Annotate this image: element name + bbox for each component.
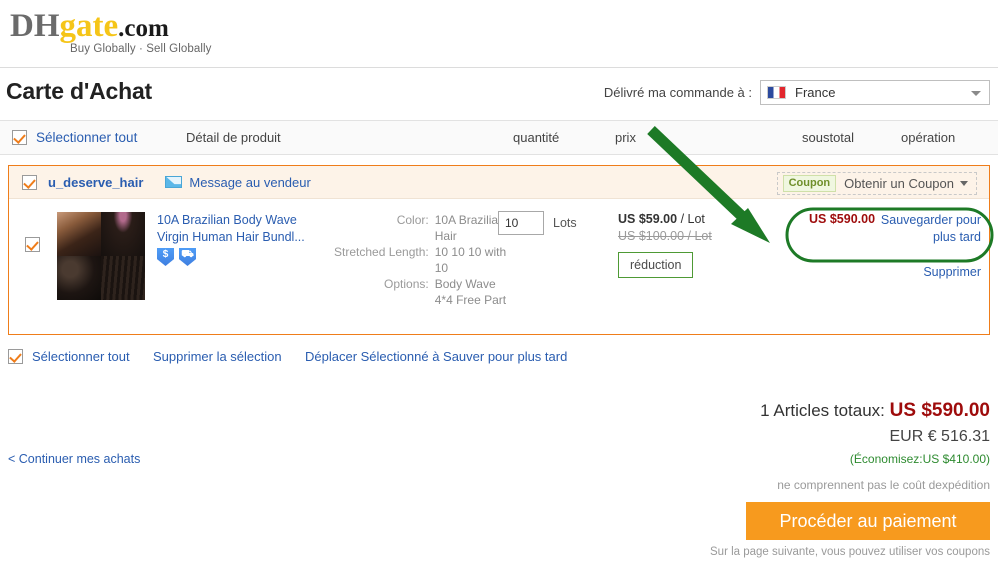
page-title: Carte d'Achat — [6, 78, 153, 104]
chevron-down-icon — [960, 181, 968, 186]
product-attributes: Color: 10A Brazilian Hair Stretched Leng… — [334, 212, 513, 308]
seller-select-checkbox[interactable] — [22, 174, 37, 190]
item-operations: Sauvegarder pour plus tard Supprimer — [869, 212, 981, 281]
discount-button[interactable]: réduction — [618, 252, 694, 278]
total-eur: EUR € 516.31 — [889, 428, 990, 445]
delete-selection-link[interactable]: Supprimer la sélection — [153, 349, 282, 364]
flag-france-icon — [767, 86, 786, 99]
delete-item-link[interactable]: Supprimer — [869, 264, 981, 281]
save-for-later-link[interactable]: Sauvegarder pour plus tard — [869, 212, 981, 246]
shipping-shield-icon[interactable]: ⛟ — [179, 248, 196, 266]
current-price-unit: / Lot — [680, 212, 705, 226]
cart-column-header: Sélectionner tout Détail de produit quan… — [0, 120, 998, 155]
page-title-row: Carte d'Achat Délivré ma commande à : Fr… — [0, 68, 998, 120]
product-image-3 — [57, 256, 101, 300]
dollar-shield-icon[interactable]: $ — [157, 248, 174, 266]
attribute-row: Stretched Length: 10 10 10 with 10 — [334, 244, 513, 276]
cart-bottom-bar: Sélectionner tout Supprimer la sélection… — [8, 347, 990, 377]
chevron-down-icon — [971, 90, 981, 96]
logo-dh-text: DH — [10, 8, 60, 44]
order-totals: 1 Articles totaux: US $590.00 EUR € 516.… — [570, 400, 990, 492]
attribute-row: Color: 10A Brazilian Hair — [334, 212, 513, 244]
product-image-2 — [101, 212, 145, 256]
attribute-value: 10 10 10 with 10 — [434, 245, 507, 275]
select-all-checkbox-top[interactable] — [12, 130, 27, 145]
select-all-label-bottom: Sélectionner tout — [32, 349, 130, 364]
cart-item-row: 10A Brazilian Body Wave Virgin Human Hai… — [9, 199, 989, 335]
select-all-bottom[interactable]: Sélectionner tout — [8, 349, 130, 364]
total-savings: (Économisez:US $410.00) — [849, 452, 990, 466]
select-all-checkbox-bottom[interactable] — [8, 349, 23, 364]
attribute-row: Options: Body Wave 4*4 Free Part — [334, 276, 513, 308]
coupon-badge: Coupon — [782, 175, 837, 192]
envelope-icon — [165, 176, 183, 188]
country-select[interactable]: France — [760, 80, 990, 105]
get-coupon-button[interactable]: Coupon Obtenir un Coupon — [776, 172, 977, 195]
seller-name-link[interactable]: u_deserve_hair — [48, 175, 143, 190]
product-image-4 — [101, 256, 145, 300]
current-price-value: US $59.00 — [618, 212, 678, 226]
attribute-key: Color: — [396, 213, 429, 227]
product-title-link[interactable]: 10A Brazilian Body Wave Virgin Human Hai… — [157, 212, 325, 246]
logo-com-text: .com — [118, 15, 169, 42]
message-seller-link[interactable]: Message au vendeur — [165, 174, 311, 190]
get-coupon-label: Obtenir un Coupon — [844, 176, 954, 191]
move-selection-link[interactable]: Déplacer Sélectionné à Sauver pour plus … — [305, 349, 567, 364]
site-header: DHgate.com Buy Globally · Sell Globally — [0, 0, 998, 68]
checkout-button[interactable]: Procéder au paiement — [746, 502, 990, 540]
logo-tagline: Buy Globally · Sell Globally — [70, 43, 212, 55]
ship-to-section: Délivré ma commande à : France — [604, 80, 990, 105]
product-thumbnail[interactable] — [57, 212, 145, 300]
select-all-top[interactable]: Sélectionner tout — [12, 130, 137, 145]
column-header-subtotal: soustotal — [802, 130, 855, 145]
shipping-note: ne comprennent pas le coût dexpédition — [777, 478, 990, 492]
checkout-note: Sur la page suivante, vous pouvez utilis… — [710, 546, 990, 558]
column-header-price: prix — [615, 130, 636, 145]
quantity-control: Lots — [498, 211, 577, 235]
dhgate-logo[interactable]: DHgate.com Buy Globally · Sell Globally — [10, 8, 212, 55]
attribute-key: Options: — [384, 277, 429, 291]
total-items-line: 1 Articles totaux: US $590.00 — [570, 400, 990, 422]
country-select-value: France — [795, 85, 836, 100]
logo-gate-text: gate — [59, 8, 119, 44]
attribute-value: Body Wave 4*4 Free Part — [434, 277, 507, 307]
message-seller-label: Message au vendeur — [189, 174, 311, 190]
column-header-detail: Détail de produit — [186, 130, 281, 145]
product-image-1 — [57, 212, 101, 256]
select-all-label-top: Sélectionner tout — [36, 130, 138, 145]
original-price: US $100.00 / Lot — [618, 229, 712, 243]
continue-shopping-link[interactable]: < Continuer mes achats — [8, 452, 140, 466]
quantity-unit-label: Lots — [553, 216, 577, 230]
total-items-label: 1 Articles totaux: — [760, 401, 885, 420]
product-badges: $ ⛟ — [157, 248, 196, 266]
column-header-quantity: quantité — [513, 130, 560, 145]
total-items-amount: US $590.00 — [889, 400, 990, 421]
quantity-input[interactable] — [498, 211, 544, 235]
column-header-operation: opération — [901, 130, 956, 145]
item-subtotal: US $590.00 — [809, 212, 876, 226]
ship-to-label: Délivré ma commande à : — [603, 85, 752, 100]
item-select-checkbox[interactable] — [25, 237, 40, 252]
attribute-key: Stretched Length: — [334, 245, 429, 259]
seller-bar: u_deserve_hair Message au vendeur Coupon… — [9, 166, 989, 199]
seller-group-panel: u_deserve_hair Message au vendeur Coupon… — [8, 165, 990, 335]
price-column: US $59.00 / Lot US $100.00 / Lot réducti… — [618, 212, 712, 278]
current-price: US $59.00 / Lot — [618, 212, 712, 226]
logo-wordmark: DHgate.com — [10, 8, 212, 47]
